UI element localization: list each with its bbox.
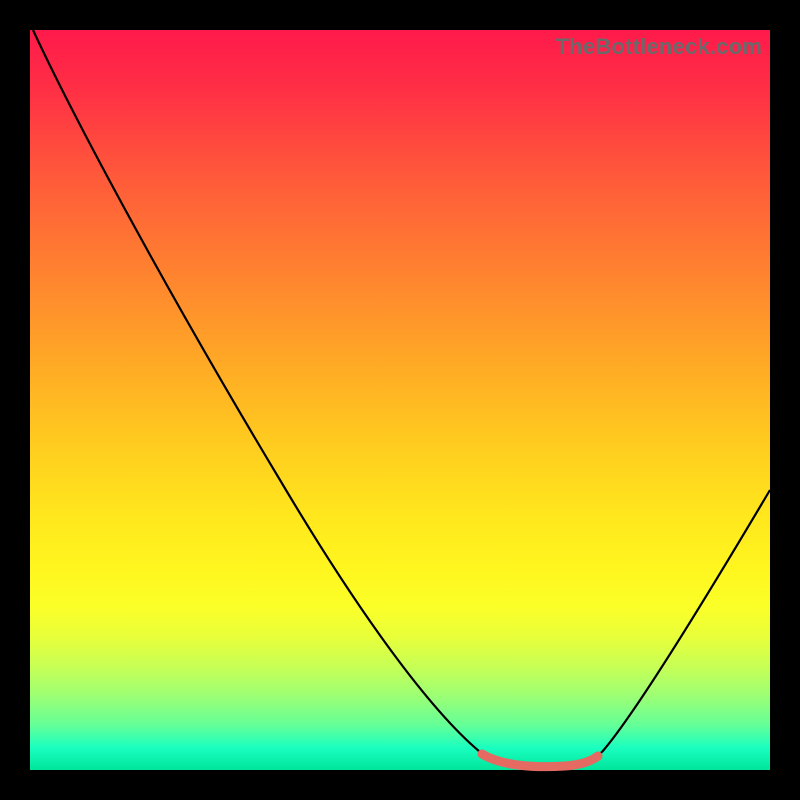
plot-area: TheBottleneck.com (30, 30, 770, 770)
curve-right-branch (602, 490, 770, 752)
highlight-minimum-segment (482, 754, 598, 767)
curve-left-branch (33, 30, 480, 752)
curve-svg (30, 30, 770, 770)
chart-frame: TheBottleneck.com (0, 0, 800, 800)
